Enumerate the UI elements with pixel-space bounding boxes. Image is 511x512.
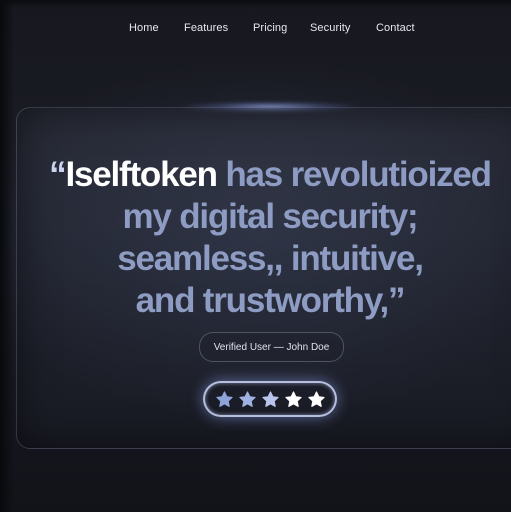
nav-contact-link[interactable]: Contact xyxy=(376,22,415,34)
frame-edge-top xyxy=(0,0,511,8)
app-frame: Home Features Pricing Security Contact “… xyxy=(0,0,511,512)
nav-pricing-link[interactable]: Pricing xyxy=(253,22,287,34)
quote-line-4: and trustworthy,” xyxy=(135,281,406,320)
quote-text-1: has revolutioized xyxy=(216,155,492,194)
testimonial-quote: “Iselftoken has revolutioized my digital… xyxy=(20,154,511,322)
nav-home-link[interactable]: Home xyxy=(129,22,159,34)
star-icon[interactable] xyxy=(307,390,326,409)
star-icon[interactable] xyxy=(238,390,257,409)
quote-line-3: seamless,, intuitive, xyxy=(117,239,424,278)
nav-features-link[interactable]: Features xyxy=(184,22,228,34)
star-icon[interactable] xyxy=(261,390,280,409)
frame-edge xyxy=(0,0,14,512)
open-quote-mark: “ xyxy=(49,155,67,194)
nav-security-link[interactable]: Security xyxy=(310,22,351,34)
star-icon[interactable] xyxy=(284,390,303,409)
quote-line-2: my digital security; xyxy=(122,197,419,236)
attribution-badge: Verified User — John Doe xyxy=(199,332,344,362)
star-icon[interactable] xyxy=(215,390,234,409)
quote-line-1: “Iselftoken has revolutioized xyxy=(20,154,511,196)
star-rating[interactable] xyxy=(203,381,337,417)
brand-name: Iselftoken xyxy=(65,155,218,194)
